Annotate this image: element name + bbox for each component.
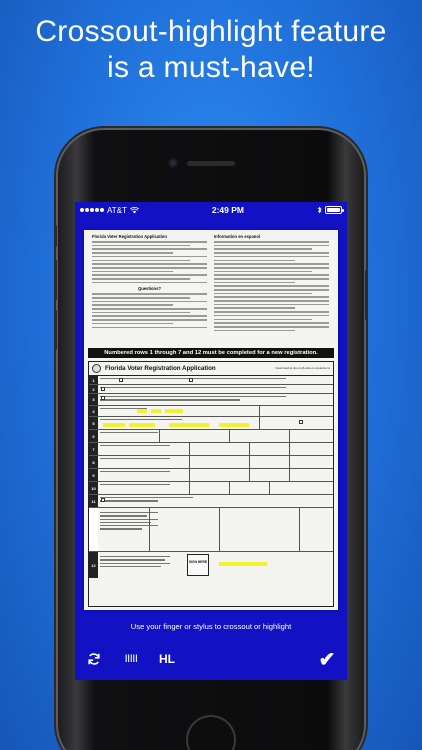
document-instructions: Florida Voter Registration Application Q… — [92, 234, 330, 352]
headline-line-1: Crossout-highlight feature — [35, 15, 387, 48]
form-row-5: 5 — [89, 417, 333, 430]
form-row-6: 6 — [89, 430, 333, 443]
battery-icon — [324, 206, 344, 214]
form-header: Florida Voter Registration Application D… — [89, 362, 333, 376]
document-subtitle: Information en espanol — [214, 234, 261, 239]
form-download-note: Download at dos.myflorida.com/elections — [275, 365, 330, 370]
document-title: Florida Voter Registration Application — [92, 234, 167, 239]
form-row-11: 11 — [89, 495, 333, 508]
front-camera — [168, 158, 178, 168]
form-row-12-signature: 12 SIGN HERE — [89, 552, 333, 578]
form-row-1: 1 — [89, 376, 333, 385]
bottom-toolbar: IIIII HL ✔ — [75, 648, 347, 671]
headline: Crossout-highlight feature is a must-hav… — [0, 14, 422, 86]
form-title: Florida Voter Registration Application — [105, 365, 216, 372]
form-row-10: 10 — [89, 482, 333, 495]
mute-switch — [54, 225, 57, 247]
wifi-icon — [129, 206, 139, 213]
form-row-7: 7 — [89, 443, 333, 456]
status-time: 2:49 PM — [211, 205, 244, 215]
signal-strength-icon — [80, 208, 104, 212]
volume-down-button — [54, 310, 57, 350]
instruction-hint: Use your finger or stylus to crossout or… — [130, 622, 292, 631]
state-seal-icon — [92, 364, 101, 373]
status-bar: AT&T 2:49 PM — [75, 202, 347, 218]
form-party-affiliation — [89, 508, 333, 552]
earpiece-speaker — [187, 161, 235, 166]
sign-here-label: SIGN HERE — [187, 554, 209, 576]
form-row-3: 3 — [89, 394, 333, 406]
form-row-9: 9 — [89, 469, 333, 482]
questions-heading: Questions? — [137, 286, 162, 292]
carrier-name: AT&T — [107, 205, 127, 215]
phone-frame: AT&T 2:49 PM Florida Voter Registration … — [54, 130, 368, 750]
requirements-banner: Numbered rows 1 through 7 and 12 must be… — [88, 348, 334, 358]
form-row-8: 8 — [89, 456, 333, 469]
refresh-icon — [88, 653, 100, 665]
crossout-tool-button[interactable]: IIIII — [118, 648, 144, 670]
registration-form: Florida Voter Registration Application D… — [88, 361, 334, 607]
checkmark-icon: ✔ — [318, 648, 336, 671]
refresh-button[interactable] — [83, 648, 105, 670]
app-screen: AT&T 2:49 PM Florida Voter Registration … — [75, 202, 347, 680]
volume-up-button — [54, 260, 57, 300]
home-button — [186, 715, 236, 750]
highlight-tool-button[interactable]: HL — [155, 648, 179, 670]
headline-line-2: is a must-have! — [107, 51, 315, 84]
bluetooth-icon — [317, 206, 322, 214]
form-row-2: 2 — [89, 385, 333, 394]
scanned-document[interactable]: Florida Voter Registration Application Q… — [84, 230, 338, 610]
power-button — [365, 270, 368, 320]
done-button[interactable]: ✔ — [315, 648, 339, 671]
form-row-4: 4 — [89, 406, 333, 417]
